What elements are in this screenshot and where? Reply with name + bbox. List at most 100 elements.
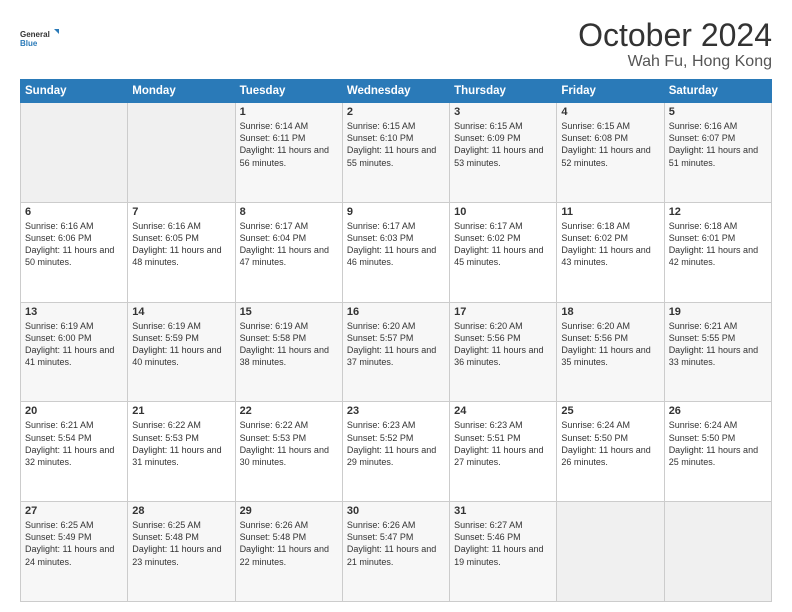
day-info: Sunrise: 6:17 AMSunset: 6:03 PMDaylight:…	[347, 220, 445, 269]
day-info: Sunrise: 6:14 AMSunset: 6:11 PMDaylight:…	[240, 120, 338, 169]
svg-text:General: General	[20, 30, 50, 39]
day-info: Sunrise: 6:19 AMSunset: 5:58 PMDaylight:…	[240, 320, 338, 369]
day-number: 27	[25, 505, 123, 517]
day-info: Sunrise: 6:15 AMSunset: 6:10 PMDaylight:…	[347, 120, 445, 169]
calendar-body: 1 Sunrise: 6:14 AMSunset: 6:11 PMDayligh…	[21, 103, 772, 602]
day-info: Sunrise: 6:15 AMSunset: 6:08 PMDaylight:…	[561, 120, 659, 169]
day-info: Sunrise: 6:27 AMSunset: 5:46 PMDaylight:…	[454, 519, 552, 568]
week-row-1: 1 Sunrise: 6:14 AMSunset: 6:11 PMDayligh…	[21, 103, 772, 203]
day-info: Sunrise: 6:20 AMSunset: 5:56 PMDaylight:…	[454, 320, 552, 369]
day-number: 14	[132, 306, 230, 318]
day-cell: 4 Sunrise: 6:15 AMSunset: 6:08 PMDayligh…	[557, 103, 664, 203]
logo: General Blue	[20, 18, 60, 58]
day-info: Sunrise: 6:25 AMSunset: 5:48 PMDaylight:…	[132, 519, 230, 568]
day-cell: 15 Sunrise: 6:19 AMSunset: 5:58 PMDaylig…	[235, 302, 342, 402]
day-info: Sunrise: 6:26 AMSunset: 5:48 PMDaylight:…	[240, 519, 338, 568]
col-header-tuesday: Tuesday	[235, 80, 342, 103]
header: General Blue October 2024 Wah Fu, Hong K…	[20, 18, 772, 71]
day-number: 21	[132, 405, 230, 417]
day-number: 26	[669, 405, 767, 417]
day-cell: 30 Sunrise: 6:26 AMSunset: 5:47 PMDaylig…	[342, 502, 449, 602]
day-cell: 2 Sunrise: 6:15 AMSunset: 6:10 PMDayligh…	[342, 103, 449, 203]
header-row: SundayMondayTuesdayWednesdayThursdayFrid…	[21, 80, 772, 103]
day-cell: 11 Sunrise: 6:18 AMSunset: 6:02 PMDaylig…	[557, 202, 664, 302]
week-row-3: 13 Sunrise: 6:19 AMSunset: 6:00 PMDaylig…	[21, 302, 772, 402]
day-number: 4	[561, 106, 659, 118]
day-cell	[557, 502, 664, 602]
day-cell: 21 Sunrise: 6:22 AMSunset: 5:53 PMDaylig…	[128, 402, 235, 502]
day-number: 10	[454, 206, 552, 218]
day-number: 30	[347, 505, 445, 517]
day-cell	[664, 502, 771, 602]
day-cell: 25 Sunrise: 6:24 AMSunset: 5:50 PMDaylig…	[557, 402, 664, 502]
day-info: Sunrise: 6:21 AMSunset: 5:55 PMDaylight:…	[669, 320, 767, 369]
day-cell: 22 Sunrise: 6:22 AMSunset: 5:53 PMDaylig…	[235, 402, 342, 502]
day-info: Sunrise: 6:25 AMSunset: 5:49 PMDaylight:…	[25, 519, 123, 568]
page: General Blue October 2024 Wah Fu, Hong K…	[0, 0, 792, 612]
day-info: Sunrise: 6:18 AMSunset: 6:02 PMDaylight:…	[561, 220, 659, 269]
location-subtitle: Wah Fu, Hong Kong	[578, 53, 772, 71]
day-cell: 7 Sunrise: 6:16 AMSunset: 6:05 PMDayligh…	[128, 202, 235, 302]
day-info: Sunrise: 6:17 AMSunset: 6:02 PMDaylight:…	[454, 220, 552, 269]
calendar-table: SundayMondayTuesdayWednesdayThursdayFrid…	[20, 79, 772, 602]
day-number: 2	[347, 106, 445, 118]
day-cell: 27 Sunrise: 6:25 AMSunset: 5:49 PMDaylig…	[21, 502, 128, 602]
month-title: October 2024	[578, 18, 772, 53]
day-cell: 20 Sunrise: 6:21 AMSunset: 5:54 PMDaylig…	[21, 402, 128, 502]
day-number: 5	[669, 106, 767, 118]
week-row-2: 6 Sunrise: 6:16 AMSunset: 6:06 PMDayligh…	[21, 202, 772, 302]
day-cell: 9 Sunrise: 6:17 AMSunset: 6:03 PMDayligh…	[342, 202, 449, 302]
day-info: Sunrise: 6:24 AMSunset: 5:50 PMDaylight:…	[669, 419, 767, 468]
day-cell: 16 Sunrise: 6:20 AMSunset: 5:57 PMDaylig…	[342, 302, 449, 402]
day-cell: 12 Sunrise: 6:18 AMSunset: 6:01 PMDaylig…	[664, 202, 771, 302]
day-number: 3	[454, 106, 552, 118]
day-cell: 3 Sunrise: 6:15 AMSunset: 6:09 PMDayligh…	[450, 103, 557, 203]
logo-svg: General Blue	[20, 18, 60, 58]
calendar-header: SundayMondayTuesdayWednesdayThursdayFrid…	[21, 80, 772, 103]
col-header-monday: Monday	[128, 80, 235, 103]
day-number: 18	[561, 306, 659, 318]
day-cell: 6 Sunrise: 6:16 AMSunset: 6:06 PMDayligh…	[21, 202, 128, 302]
title-block: October 2024 Wah Fu, Hong Kong	[578, 18, 772, 71]
col-header-saturday: Saturday	[664, 80, 771, 103]
day-number: 16	[347, 306, 445, 318]
day-cell	[21, 103, 128, 203]
day-cell: 13 Sunrise: 6:19 AMSunset: 6:00 PMDaylig…	[21, 302, 128, 402]
day-cell: 19 Sunrise: 6:21 AMSunset: 5:55 PMDaylig…	[664, 302, 771, 402]
day-number: 11	[561, 206, 659, 218]
day-info: Sunrise: 6:20 AMSunset: 5:56 PMDaylight:…	[561, 320, 659, 369]
day-info: Sunrise: 6:16 AMSunset: 6:05 PMDaylight:…	[132, 220, 230, 269]
day-cell: 18 Sunrise: 6:20 AMSunset: 5:56 PMDaylig…	[557, 302, 664, 402]
day-number: 22	[240, 405, 338, 417]
day-info: Sunrise: 6:15 AMSunset: 6:09 PMDaylight:…	[454, 120, 552, 169]
day-number: 20	[25, 405, 123, 417]
day-number: 28	[132, 505, 230, 517]
day-info: Sunrise: 6:22 AMSunset: 5:53 PMDaylight:…	[132, 419, 230, 468]
day-info: Sunrise: 6:24 AMSunset: 5:50 PMDaylight:…	[561, 419, 659, 468]
day-number: 17	[454, 306, 552, 318]
day-cell: 28 Sunrise: 6:25 AMSunset: 5:48 PMDaylig…	[128, 502, 235, 602]
day-number: 19	[669, 306, 767, 318]
day-info: Sunrise: 6:23 AMSunset: 5:51 PMDaylight:…	[454, 419, 552, 468]
day-number: 1	[240, 106, 338, 118]
day-number: 12	[669, 206, 767, 218]
col-header-wednesday: Wednesday	[342, 80, 449, 103]
day-info: Sunrise: 6:16 AMSunset: 6:07 PMDaylight:…	[669, 120, 767, 169]
day-cell: 29 Sunrise: 6:26 AMSunset: 5:48 PMDaylig…	[235, 502, 342, 602]
day-number: 15	[240, 306, 338, 318]
day-cell	[128, 103, 235, 203]
day-number: 25	[561, 405, 659, 417]
day-info: Sunrise: 6:22 AMSunset: 5:53 PMDaylight:…	[240, 419, 338, 468]
col-header-thursday: Thursday	[450, 80, 557, 103]
week-row-5: 27 Sunrise: 6:25 AMSunset: 5:49 PMDaylig…	[21, 502, 772, 602]
day-number: 8	[240, 206, 338, 218]
day-cell: 17 Sunrise: 6:20 AMSunset: 5:56 PMDaylig…	[450, 302, 557, 402]
day-info: Sunrise: 6:23 AMSunset: 5:52 PMDaylight:…	[347, 419, 445, 468]
day-cell: 31 Sunrise: 6:27 AMSunset: 5:46 PMDaylig…	[450, 502, 557, 602]
day-cell: 24 Sunrise: 6:23 AMSunset: 5:51 PMDaylig…	[450, 402, 557, 502]
day-info: Sunrise: 6:20 AMSunset: 5:57 PMDaylight:…	[347, 320, 445, 369]
day-info: Sunrise: 6:17 AMSunset: 6:04 PMDaylight:…	[240, 220, 338, 269]
day-number: 9	[347, 206, 445, 218]
day-number: 13	[25, 306, 123, 318]
day-cell: 8 Sunrise: 6:17 AMSunset: 6:04 PMDayligh…	[235, 202, 342, 302]
